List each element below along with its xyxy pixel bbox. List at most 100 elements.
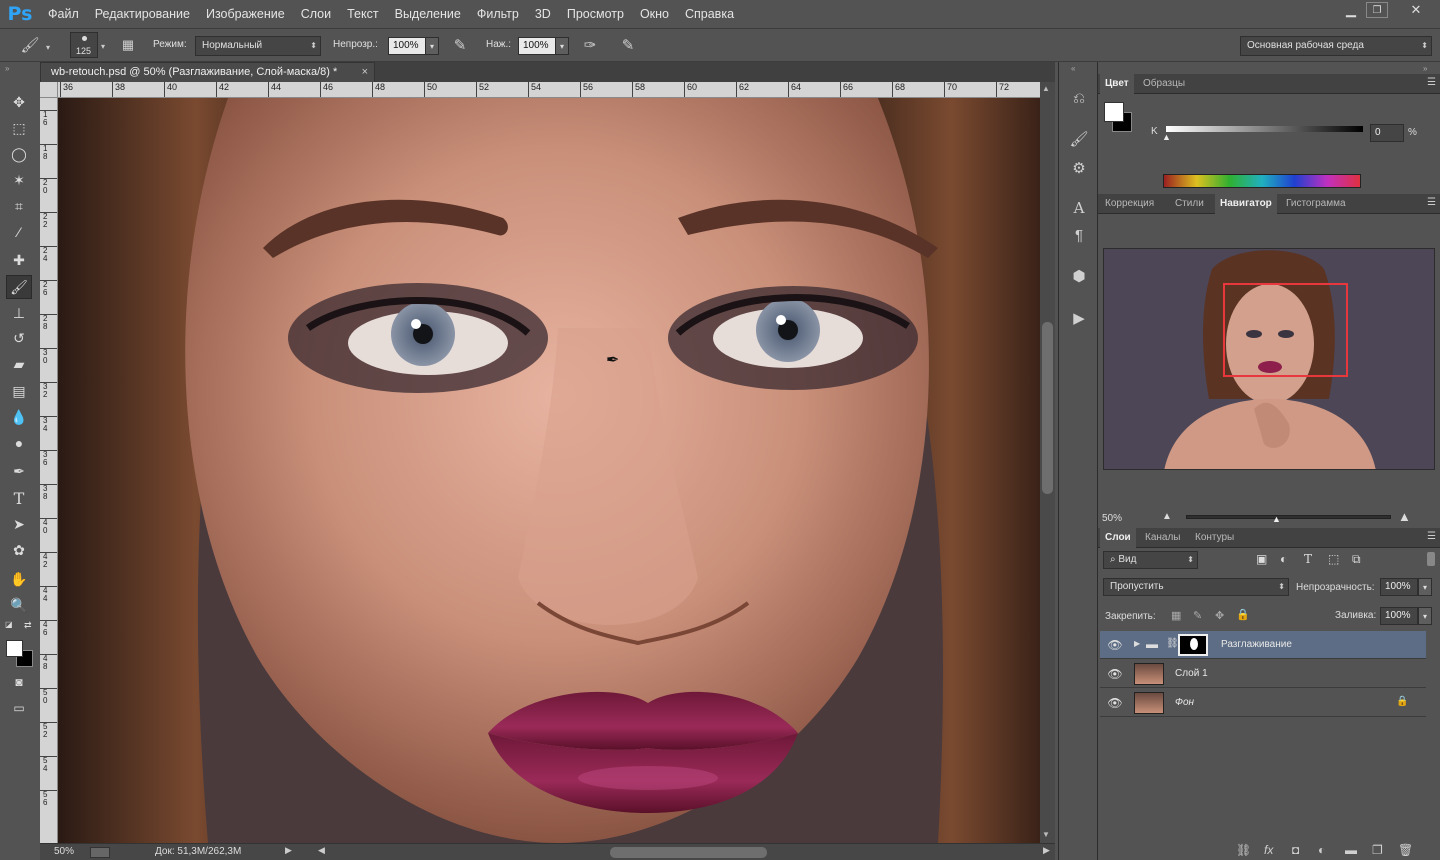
- zoom-out-icon[interactable]: ▲: [1162, 511, 1172, 522]
- collapse-icon[interactable]: »: [5, 64, 9, 73]
- new-group-icon[interactable]: ▬: [1345, 843, 1357, 857]
- opacity-input[interactable]: 100%: [388, 37, 426, 55]
- history-panel-icon[interactable]: ⎌: [1067, 87, 1091, 109]
- paragraph-panel-icon[interactable]: ¶: [1067, 224, 1091, 246]
- menu-window[interactable]: Окно: [632, 0, 677, 28]
- navigator-zoom[interactable]: 50%: [1102, 513, 1122, 524]
- airbrush-icon[interactable]: ✑: [580, 35, 600, 55]
- menu-layers[interactable]: Слои: [293, 0, 339, 28]
- tab-adjustments[interactable]: Коррекция: [1100, 194, 1159, 214]
- menu-view[interactable]: Просмотр: [559, 0, 632, 28]
- default-colors-icon[interactable]: ◪: [5, 620, 13, 629]
- eraser-tool-icon[interactable]: ▰: [6, 352, 32, 376]
- horizontal-scroll-thumb[interactable]: [610, 847, 767, 858]
- menu-text[interactable]: Текст: [339, 0, 386, 28]
- vertical-ruler[interactable]: 1 6 1 8 2 0 2 2 2 4 2 6 2 8 3 0 3 2 3 4 3 6 3 8 4 0 4…: [40, 98, 58, 843]
- chevron-down-icon[interactable]: ▾: [46, 43, 50, 52]
- menu-filter[interactable]: Фильтр: [469, 0, 527, 28]
- swap-colors-icon[interactable]: ⇄: [24, 620, 32, 631]
- blend-mode-select[interactable]: Пропустить ⬍: [1103, 578, 1289, 596]
- vertical-scroll-thumb[interactable]: [1042, 322, 1053, 494]
- status-icon[interactable]: [90, 847, 110, 858]
- fill-input[interactable]: 100%: [1380, 607, 1418, 625]
- k-value-input[interactable]: 0: [1370, 124, 1404, 142]
- quick-mask-icon[interactable]: ◙: [6, 670, 32, 694]
- foreground-color-swatch[interactable]: [6, 640, 23, 657]
- layer-row-background[interactable]: 👁 Фон 🔒: [1100, 689, 1426, 717]
- tab-styles[interactable]: Стили: [1170, 194, 1209, 214]
- expand-group-icon[interactable]: ▶: [1134, 639, 1140, 648]
- lock-position-icon[interactable]: ✥: [1215, 609, 1224, 622]
- zoom-slider-handle-icon[interactable]: ▲: [1272, 514, 1281, 524]
- filter-type-icon[interactable]: T: [1304, 552, 1312, 566]
- layer-name[interactable]: Фон: [1175, 689, 1194, 717]
- brush-panel-icon[interactable]: ▦: [118, 35, 138, 55]
- filter-pixel-icon[interactable]: ▣: [1256, 552, 1267, 566]
- eyedropper-tool-icon[interactable]: ⁄: [6, 220, 32, 244]
- vertical-scrollbar[interactable]: ▲ ▼: [1040, 82, 1055, 843]
- type-tool-icon[interactable]: T: [6, 486, 32, 510]
- visibility-eye-icon[interactable]: 👁: [1106, 637, 1124, 653]
- history-brush-icon[interactable]: ↺: [6, 326, 32, 350]
- move-tool-icon[interactable]: ✥: [6, 90, 32, 114]
- tab-layers[interactable]: Слои: [1100, 528, 1136, 548]
- zoom-tool-icon[interactable]: 🔍: [6, 593, 32, 617]
- mode-select[interactable]: Нормальный ⬍: [195, 36, 321, 56]
- layer-mask-thumbnail[interactable]: [1178, 634, 1208, 656]
- screen-mode-icon[interactable]: ▭: [6, 696, 32, 720]
- lock-pixels-icon[interactable]: ✎: [1193, 609, 1202, 622]
- crop-tool-icon[interactable]: ⌗: [6, 194, 32, 218]
- layer-opacity-dropdown[interactable]: ▾: [1418, 578, 1432, 596]
- link-layers-icon[interactable]: ⛓: [1236, 843, 1251, 857]
- color-ramp[interactable]: [1163, 174, 1361, 188]
- document-tab[interactable]: wb-retouch.psd @ 50% (Разглаживание, Сло…: [40, 62, 375, 82]
- brush-preset-picker[interactable]: 125: [70, 32, 98, 58]
- clone-stamp-icon[interactable]: ⊥: [6, 301, 32, 325]
- panel-menu-icon[interactable]: ☰: [1427, 77, 1436, 88]
- custom-shape-icon[interactable]: ✿: [6, 538, 32, 562]
- layer-row-smoothing[interactable]: 👁 ▶ ▬ ⛓ Разглаживание: [1100, 631, 1426, 659]
- visibility-eye-icon[interactable]: 👁: [1106, 695, 1124, 711]
- marquee-tool-icon[interactable]: ⬚: [6, 116, 32, 140]
- 3d-panel-icon[interactable]: ⬢: [1067, 265, 1091, 287]
- fill-dropdown[interactable]: ▾: [1418, 607, 1432, 625]
- mask-link-icon[interactable]: ⛓: [1166, 638, 1179, 649]
- character-panel-icon[interactable]: A: [1067, 197, 1091, 219]
- tab-channels[interactable]: Каналы: [1140, 528, 1186, 548]
- layer-opacity-input[interactable]: 100%: [1380, 578, 1418, 596]
- tab-swatches[interactable]: Образцы: [1138, 74, 1190, 94]
- scroll-down-icon[interactable]: ▼: [1042, 830, 1050, 839]
- menu-file[interactable]: Файл: [40, 0, 87, 28]
- brush-panel-icon[interactable]: 🖌: [1067, 128, 1091, 150]
- menu-select[interactable]: Выделение: [387, 0, 469, 28]
- tab-paths[interactable]: Контуры: [1190, 528, 1239, 548]
- layer-row-layer1[interactable]: 👁 Слой 1: [1100, 660, 1426, 688]
- brush-tool-icon[interactable]: 🖌: [6, 275, 32, 299]
- navigator-zoom-slider[interactable]: [1186, 515, 1391, 519]
- scroll-left-icon[interactable]: ◀: [318, 845, 325, 856]
- collapse-panels-icon[interactable]: »: [1423, 64, 1427, 73]
- new-layer-icon[interactable]: ❐: [1372, 843, 1383, 857]
- dodge-tool-icon[interactable]: ●: [6, 431, 32, 455]
- tab-histogram[interactable]: Гистограмма: [1281, 194, 1351, 214]
- color-fg-swatch[interactable]: [1104, 102, 1124, 122]
- tool-presets-icon[interactable]: ⚙: [1067, 157, 1091, 179]
- scroll-up-icon[interactable]: ▲: [1042, 84, 1050, 93]
- pressure-size-icon[interactable]: ✎: [618, 35, 638, 55]
- workspace-select[interactable]: Основная рабочая среда ⬍: [1240, 36, 1432, 56]
- panel-menu-icon[interactable]: ☰: [1427, 531, 1436, 542]
- menu-help[interactable]: Справка: [677, 0, 742, 28]
- hand-tool-icon[interactable]: ✋: [6, 567, 32, 591]
- filter-toggle[interactable]: [1427, 552, 1435, 566]
- menu-3d[interactable]: 3D: [527, 0, 559, 28]
- ruler-corner[interactable]: [40, 82, 58, 98]
- pen-tool-icon[interactable]: ✒: [6, 459, 32, 483]
- tab-color[interactable]: Цвет: [1100, 74, 1134, 94]
- status-menu-icon[interactable]: ▶: [285, 845, 292, 856]
- menu-image[interactable]: Изображение: [198, 0, 293, 28]
- minimize-icon[interactable]: ▁: [1336, 0, 1366, 20]
- pressure-input[interactable]: 100%: [518, 37, 556, 55]
- blur-tool-icon[interactable]: 💧: [6, 405, 32, 429]
- scroll-right-icon[interactable]: ▶: [1043, 845, 1050, 856]
- navigator-view-frame[interactable]: [1223, 283, 1348, 377]
